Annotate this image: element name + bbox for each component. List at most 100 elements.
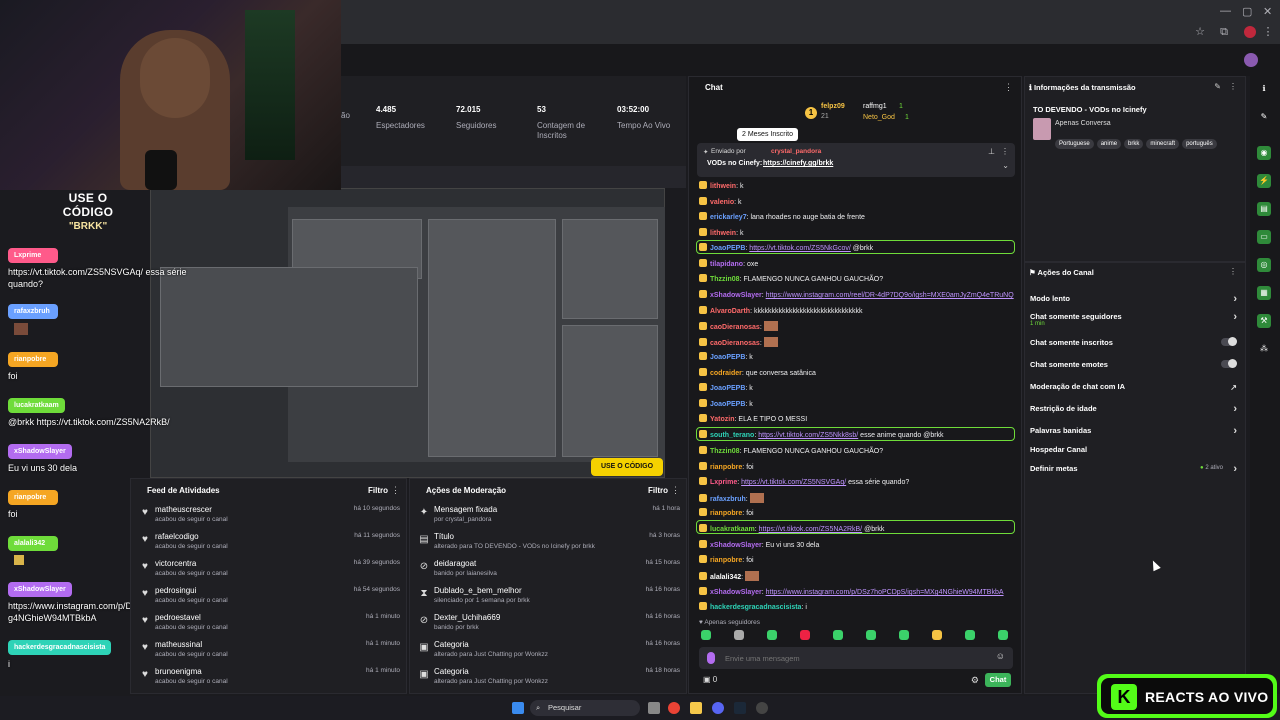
tag[interactable]: brkk — [1124, 139, 1144, 149]
folder-icon[interactable] — [690, 702, 702, 714]
chat-message[interactable]: caoDieranosas: — [699, 337, 778, 348]
mod-item[interactable]: ⧗ Dublado_e_bem_melhor silenciado por 1 se… — [418, 584, 680, 610]
chat-message[interactable]: AlvaroDarth: kkkkkkkkkkkkkkkkkkkkkkkkkkk… — [699, 306, 862, 316]
wrench-icon[interactable]: ⚒ — [1257, 314, 1271, 328]
chat-username[interactable]: JoaoPEPB — [710, 245, 745, 252]
apps-icon[interactable]: ⁂ — [1257, 342, 1271, 356]
chat-icon[interactable]: ▭ — [1257, 230, 1271, 244]
chat-message[interactable]: rafaxzbruh: — [699, 493, 764, 504]
chat-link[interactable]: https://vt.tiktok.com/ZS5NA2RkB/ — [759, 526, 862, 533]
tag[interactable]: anime — [1096, 139, 1122, 149]
mod-item[interactable]: ✦ Mensagem fixada por crystal_pandora há 1 … — [418, 503, 680, 529]
chat-message[interactable]: south_terano: https://vt.tiktok.com/ZS5N… — [699, 430, 944, 440]
chat-message[interactable]: alalali342: — [699, 571, 760, 582]
mod-item[interactable]: ⊘ deidaragoat banido por laianesilva há 15 … — [418, 557, 680, 583]
mod-item[interactable]: ▤ Título alterado para TO DEVENDO - VODs n… — [418, 530, 680, 556]
chat-message[interactable]: tilapidano: oxe — [699, 259, 758, 269]
chat-username[interactable]: tilapidano — [710, 261, 743, 268]
stream-category[interactable]: Apenas Conversa — [1055, 120, 1111, 127]
chat-message[interactable]: Lxprime: https://vt.tiktok.com/ZS5NSVGAq… — [699, 477, 909, 487]
chat-username[interactable]: rianpobre — [710, 557, 742, 564]
obs-icon[interactable] — [756, 702, 768, 714]
close-icon[interactable]: ✕ — [1263, 5, 1272, 18]
chat-username[interactable]: codraider — [710, 370, 742, 377]
chat-message[interactable]: valenio: k — [699, 197, 742, 207]
emote[interactable] — [899, 630, 909, 640]
mod-more-icon[interactable]: ⋮ — [671, 485, 680, 496]
chat-username[interactable]: Yatozin — [710, 416, 735, 423]
emote[interactable] — [932, 630, 942, 640]
feed-item[interactable]: ♥ brunoenigma acabou de seguir o canal há 1… — [139, 665, 400, 691]
menu-icon[interactable]: ⋮ — [1262, 26, 1274, 38]
channel-action[interactable]: Restrição de idade › — [1030, 403, 1237, 420]
chat-message[interactable]: Yatozin: ELA E TIPO O MESSI — [699, 414, 807, 424]
discord-icon[interactable] — [712, 702, 724, 714]
tag[interactable]: minecraft — [1146, 139, 1180, 149]
feed-item[interactable]: ♥ matheussinal acabou de seguir o canal há … — [139, 638, 400, 664]
chat-link[interactable]: https://www.instagram.com/p/DSz7hoPCDpS/… — [766, 589, 1004, 596]
emote[interactable] — [800, 630, 810, 640]
chat-username[interactable]: valenio — [710, 199, 734, 206]
chat-message[interactable]: codraider: que conversa satânica — [699, 368, 816, 378]
chat-username[interactable]: JoaoPEPB — [710, 401, 745, 408]
gifter-3[interactable]: Neto_God — [863, 114, 895, 121]
chat-username[interactable]: xShadowSlayer — [710, 542, 762, 549]
chat-username[interactable]: lithwein — [710, 183, 736, 190]
taskbar-search[interactable]: ⌕ Pesquisar — [530, 700, 640, 716]
toggle-switch[interactable] — [1221, 359, 1237, 368]
emote[interactable] — [866, 630, 876, 640]
acoes-more-icon[interactable]: ⋮ — [1229, 267, 1237, 276]
chat-link[interactable]: https://vt.tiktok.com/ZS5Nkk8sb/ — [758, 432, 858, 439]
info-icon[interactable]: ℹ — [1257, 82, 1271, 96]
chat-username[interactable]: Lxprime — [710, 479, 737, 486]
channel-action[interactable]: Chat somente seguidores 1 min › — [1030, 311, 1237, 328]
mod-item[interactable]: ▣ Categoria alterado para Just Chatting po… — [418, 638, 680, 664]
emote[interactable] — [701, 630, 711, 640]
mod-item[interactable]: ⊘ Dexter_Uchiha669 banido por brkk há 16 ho… — [418, 611, 680, 637]
chat-message[interactable]: lithwein: k — [699, 181, 743, 191]
chat-message[interactable]: JoaoPEPB: k — [699, 399, 753, 409]
chat-message[interactable]: xShadowSlayer: https://www.instagram.com… — [699, 290, 1014, 300]
chat-message[interactable]: Thzzin08: FLAMENGO NUNCA GANHOU GAUCHÃO? — [699, 274, 883, 284]
feed-item[interactable]: ♥ rafaelcodigo acabou de seguir o canal há … — [139, 530, 400, 556]
channel-action[interactable]: Palavras banidas › — [1030, 425, 1237, 442]
toggle-switch[interactable] — [1221, 337, 1237, 346]
pencil-icon[interactable]: ✎ — [1257, 110, 1271, 124]
emote[interactable] — [767, 630, 777, 640]
chat-username[interactable]: south_terano — [710, 432, 754, 439]
emote[interactable] — [833, 630, 843, 640]
channel-action[interactable]: Modo lento › — [1030, 293, 1237, 310]
windows-start-icon[interactable] — [512, 702, 524, 714]
channel-action[interactable]: Hospedar Canal — [1030, 445, 1237, 461]
chat-message[interactable]: JoaoPEPB: https://vt.tiktok.com/ZS5NkGco… — [699, 243, 873, 253]
task-view-icon[interactable] — [648, 702, 660, 714]
feed-item[interactable]: ♥ victorcentra acabou de seguir o canal há … — [139, 557, 400, 583]
steam-icon[interactable] — [734, 702, 746, 714]
chat-message[interactable]: caoDieranosas: — [699, 321, 778, 332]
info-more-icon[interactable]: ⋮ — [1229, 82, 1237, 91]
pinned-message[interactable]: ✦ Enviado por crystal_pandora VODs no Ci… — [697, 143, 1015, 177]
chat-input[interactable] — [725, 652, 985, 664]
tag[interactable]: português — [1182, 139, 1217, 149]
edit-icon[interactable]: ✎ — [1214, 82, 1221, 91]
gifter-2[interactable]: raffmg1 — [863, 103, 887, 110]
chrome-icon[interactable] — [668, 702, 680, 714]
chat-message[interactable]: xShadowSlayer: Eu vi uns 30 dela — [699, 540, 819, 550]
broadcast-icon[interactable]: ◎ — [1257, 258, 1271, 272]
bookmark-star-icon[interactable]: ☆ — [1194, 26, 1206, 38]
chat-message[interactable]: lithwein: k — [699, 228, 743, 238]
chat-message[interactable]: rianpobre: foi — [699, 462, 754, 472]
pinned-more-icon[interactable]: ⋮ — [1001, 147, 1009, 156]
points-display[interactable]: ▣ 0 — [703, 675, 717, 684]
chat-username[interactable]: alalali342 — [710, 574, 741, 581]
emoji-icon[interactable]: ☺ — [996, 651, 1005, 661]
chat-username[interactable]: rianpobre — [710, 464, 742, 471]
chat-link[interactable]: https://www.instagram.com/reel/DR-4dP7DQ… — [766, 292, 1014, 299]
chat-message[interactable]: erickarley7: lana rhoades no auge batia … — [699, 212, 865, 222]
extensions-icon[interactable]: ⧉ — [1218, 26, 1230, 38]
chat-message[interactable]: hackerdesgracadnascisista: i — [699, 602, 807, 612]
chat-link[interactable]: https://vt.tiktok.com/ZS5NkGcov/ — [749, 245, 851, 252]
feed-item[interactable]: ♥ pedroestavel acabou de seguir o canal há … — [139, 611, 400, 637]
unpin-icon[interactable]: ⊥ — [988, 147, 995, 156]
channel-action[interactable]: Moderação de chat com IA ↗ — [1030, 382, 1237, 398]
